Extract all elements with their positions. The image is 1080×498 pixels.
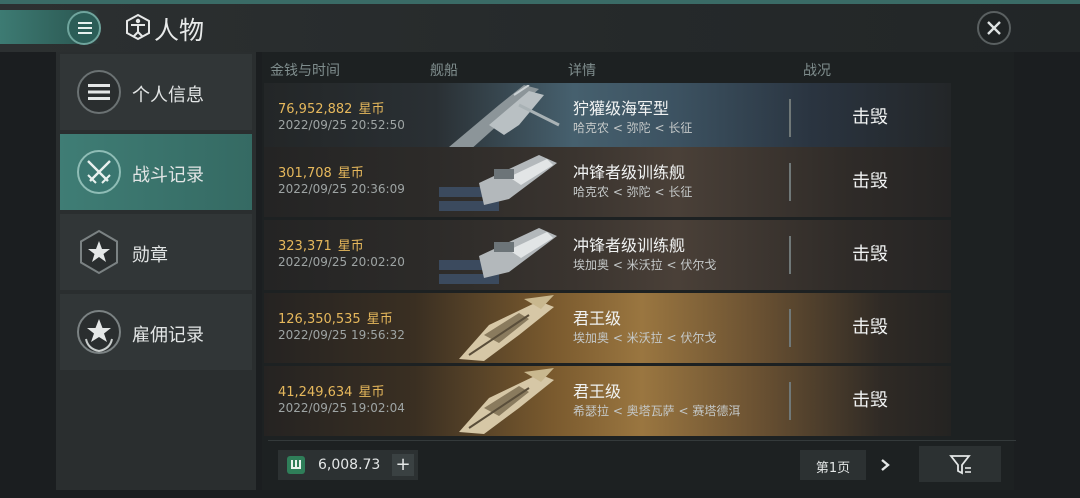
row-divider [789,99,791,137]
row-amount: 323,371 星币 [278,239,364,254]
row-time: 2022/09/25 19:02:04 [278,401,405,415]
row-divider [789,382,791,420]
hamburger-menu-icon[interactable] [67,11,101,45]
row-amount: 41,249,634 星币 [278,385,385,400]
sidebar-item-personal-info[interactable]: 个人信息 [60,54,252,130]
currency-icon [287,456,305,474]
table-row[interactable]: 301,708 星币 2022/09/25 20:36:09 冲锋者级训练舰 哈克… [264,147,951,217]
sidebar-item-label: 个人信息 [132,85,204,106]
ship-thumbnail-icon [439,155,557,211]
wallet-value: 6,008.73 [318,457,381,473]
column-header-status: 战况 [803,63,831,79]
row-amount: 76,952,882 星币 [278,102,385,117]
sidebar-item-label: 勋章 [132,245,168,266]
close-x-icon [987,21,1001,35]
filter-button[interactable] [919,446,1001,482]
row-ship-name: 狞獾级海军型 [573,99,670,118]
page-indicator[interactable]: 第1页 [800,450,866,480]
sidebar-item-hire-log[interactable]: 雇佣记录 [60,294,252,370]
page-title: 人物 [154,16,205,45]
sidebar-item-label: 雇佣记录 [132,325,204,346]
ship-thumbnail-icon [439,228,557,284]
row-location: 埃加奥 < 米沃拉 < 伏尔戈 [573,331,717,345]
sidebar-item-combat-log[interactable]: 战斗记录 [60,134,252,210]
row-time: 2022/09/25 20:52:50 [278,118,405,132]
table-row[interactable]: 126,350,535 星币 2022/09/25 19:56:32 君王级 埃加… [264,293,951,363]
row-amount: 126,350,535 星币 [278,312,393,327]
star-hexagon-icon [80,229,118,275]
row-status: 击毁 [852,390,888,411]
wallet-balance: 6,008.73 + [278,450,418,480]
row-location: 埃加奥 < 米沃拉 < 伏尔戈 [573,258,717,272]
row-status: 击毁 [852,171,888,192]
sidebar-item-label: 战斗记录 [132,165,204,186]
row-time: 2022/09/25 20:02:20 [278,255,405,269]
column-header-details: 详情 [568,63,596,79]
page-label: 第1页 [815,461,851,476]
row-location: 希瑟拉 < 奥塔瓦萨 < 赛塔德洱 [573,404,741,418]
ship-thumbnail-icon [459,295,554,361]
close-button[interactable] [977,11,1011,45]
crossed-swords-icon [77,150,121,194]
sidebar: 个人信息 战斗记录 勋章 雇佣记录 [56,52,256,490]
column-header-money-time: 金钱与时间 [270,63,340,79]
vitruvian-body-icon [126,13,150,41]
chevron-right-icon[interactable] [874,452,898,478]
row-amount: 301,708 星币 [278,166,364,181]
row-status: 击毁 [852,244,888,265]
footer-divider [268,440,1016,441]
ship-thumbnail-icon [459,368,554,434]
add-currency-button[interactable]: + [392,454,414,476]
row-location: 哈克农 < 弥陀 < 长征 [573,121,693,135]
row-divider [789,163,791,201]
row-ship-name: 冲锋者级训练舰 [573,163,686,182]
star-laurel-icon [77,310,121,354]
row-time: 2022/09/25 19:56:32 [278,328,405,342]
list-lines-icon [77,70,121,114]
row-location: 哈克农 < 弥陀 < 长征 [573,185,693,199]
table-row[interactable]: 41,249,634 星币 2022/09/25 19:02:04 君王级 希瑟拉… [264,366,951,436]
row-ship-name: 君王级 [573,309,622,328]
table-row[interactable]: 76,952,882 星币 2022/09/25 20:52:50 狞獾级海军型 … [264,83,951,153]
filter-icon [949,455,971,475]
ship-thumbnail-icon [449,85,560,151]
table-row[interactable]: 323,371 星币 2022/09/25 20:02:20 冲锋者级训练舰 埃加… [264,220,951,290]
column-header-ship: 舰船 [430,63,458,79]
row-time: 2022/09/25 20:36:09 [278,182,405,196]
sidebar-item-medals[interactable]: 勋章 [60,214,252,290]
row-status: 击毁 [852,317,888,338]
row-divider [789,309,791,347]
row-divider [789,236,791,274]
row-status: 击毁 [852,107,888,128]
row-ship-name: 冲锋者级训练舰 [573,236,686,255]
row-ship-name: 君王级 [573,382,622,401]
